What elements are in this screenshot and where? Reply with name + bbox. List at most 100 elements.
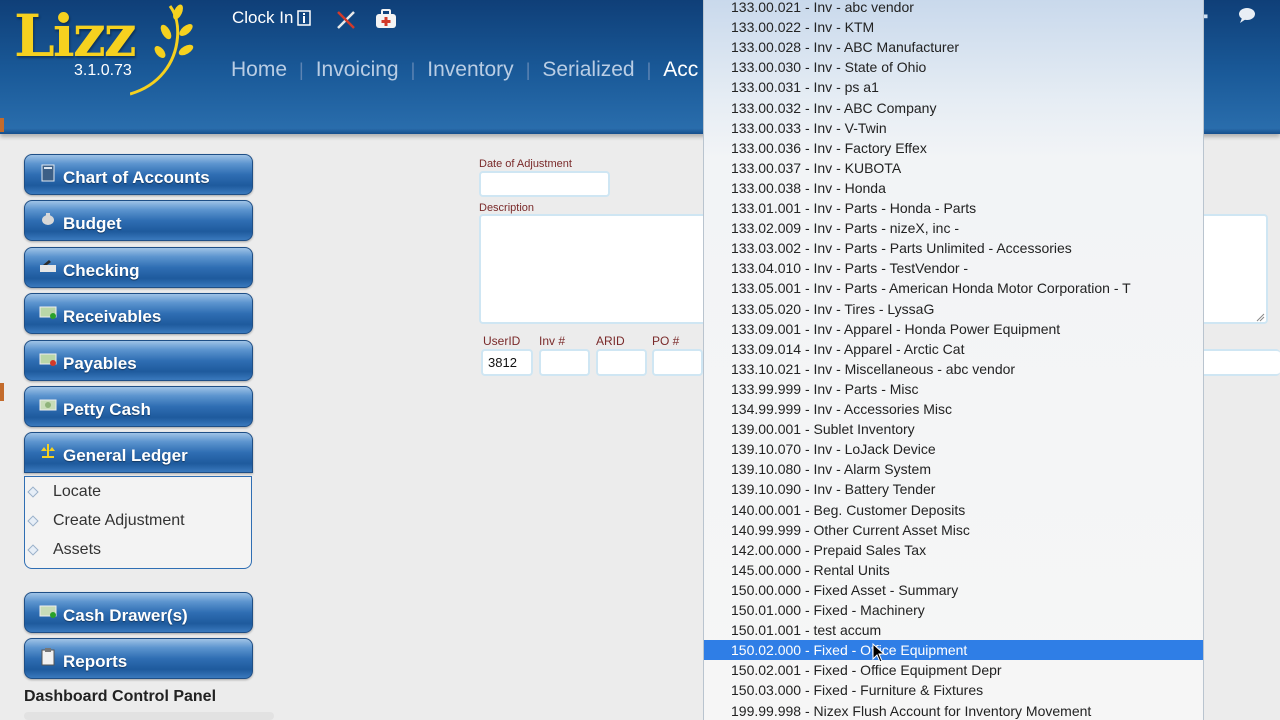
- book-icon: [39, 164, 57, 181]
- dropdown-option[interactable]: 133.00.021 - Inv - abc vendor: [704, 0, 1203, 17]
- receivables-button[interactable]: Receivables: [24, 293, 253, 334]
- dropdown-option[interactable]: 133.10.021 - Inv - Miscellaneous - abc v…: [704, 359, 1203, 379]
- dropdown-option[interactable]: 133.00.036 - Inv - Factory Effex: [704, 138, 1203, 158]
- submenu-assets-label: Assets: [53, 541, 102, 558]
- diamond-bullet-icon: [27, 515, 39, 527]
- petty-cash-label: Petty Cash: [63, 399, 151, 419]
- checking-label: Checking: [63, 260, 140, 280]
- reports-label: Reports: [63, 651, 128, 671]
- submenu-locate-label: Locate: [53, 483, 102, 500]
- dropdown-option[interactable]: 145.00.000 - Rental Units: [704, 560, 1203, 580]
- mouse-cursor-icon: [872, 643, 886, 663]
- edge-marker: [0, 383, 4, 401]
- tools-icon[interactable]: [336, 10, 356, 30]
- reports-button[interactable]: Reports: [24, 638, 253, 679]
- dropdown-option[interactable]: 133.09.014 - Inv - Apparel - Arctic Cat: [704, 339, 1203, 359]
- general-ledger-submenu: Locate Create Adjustment Assets: [24, 476, 252, 569]
- inv-number-input[interactable]: [539, 349, 590, 376]
- dropdown-option[interactable]: 133.00.031 - Inv - ps a1: [704, 77, 1203, 97]
- dropdown-option[interactable]: 199.99.998 - Nizex Flush Account for Inv…: [704, 701, 1203, 720]
- cash-icon: [39, 397, 57, 413]
- wheat-logo-icon: [130, 4, 194, 96]
- description-label: Description: [479, 202, 535, 214]
- dropdown-option[interactable]: 150.00.000 - Fixed Asset - Summary: [704, 580, 1203, 600]
- account-field-edge[interactable]: [1198, 349, 1280, 376]
- budget-label: Budget: [63, 213, 122, 233]
- dropdown-option[interactable]: 133.05.001 - Inv - Parts - American Hond…: [704, 278, 1203, 298]
- dropdown-option[interactable]: 133.00.033 - Inv - V-Twin: [704, 118, 1203, 138]
- dropdown-option[interactable]: 133.04.010 - Inv - Parts - TestVendor -: [704, 258, 1203, 278]
- cash-drawer-icon: [39, 603, 57, 619]
- payables-label: Payables: [63, 353, 137, 373]
- nav-home[interactable]: Home: [231, 58, 287, 82]
- money-out-icon: [39, 351, 57, 367]
- date-of-adjustment-input[interactable]: [479, 171, 610, 197]
- po-number-input[interactable]: [652, 349, 703, 376]
- budget-button[interactable]: Budget: [24, 200, 253, 241]
- dropdown-option[interactable]: 150.01.001 - test accum: [704, 620, 1203, 640]
- dropdown-option[interactable]: 134.99.999 - Inv - Accessories Misc: [704, 399, 1203, 419]
- dropdown-option[interactable]: 133.00.032 - Inv - ABC Company: [704, 98, 1203, 118]
- account-dropdown-list[interactable]: 133.00.021 - Inv - abc vendor 133.00.022 …: [703, 0, 1204, 720]
- checkbook-icon: [39, 258, 57, 274]
- main-nav: Home | Invoicing | Inventory | Serialize…: [231, 58, 699, 82]
- clipboard-icon: [39, 647, 57, 665]
- dropdown-option[interactable]: 133.00.028 - Inv - ABC Manufacturer: [704, 37, 1203, 57]
- clock-in-button[interactable]: Clock In: [232, 8, 312, 28]
- dropdown-option[interactable]: 142.00.000 - Prepaid Sales Tax: [704, 540, 1203, 560]
- dropdown-option-selected[interactable]: 150.02.000 - Fixed - Office Equipment: [704, 640, 1203, 661]
- dropdown-option[interactable]: 139.00.001 - Sublet Inventory: [704, 419, 1203, 439]
- resize-grip-icon[interactable]: [1256, 313, 1265, 322]
- general-ledger-label: General Ledger: [63, 445, 188, 465]
- dropdown-option[interactable]: 133.09.001 - Inv - Apparel - Honda Power…: [704, 319, 1203, 339]
- first-aid-icon[interactable]: [375, 9, 397, 29]
- arid-label: ARID: [596, 334, 625, 348]
- receivables-label: Receivables: [63, 306, 162, 326]
- dropdown-option[interactable]: 133.00.037 - Inv - KUBOTA: [704, 158, 1203, 178]
- dropdown-option[interactable]: 139.10.090 - Inv - Battery Tender: [704, 479, 1203, 499]
- cash-drawers-label: Cash Drawer(s): [63, 605, 188, 625]
- dropdown-option[interactable]: 133.05.020 - Inv - Tires - LyssaG: [704, 299, 1203, 319]
- nav-inventory[interactable]: Inventory: [427, 58, 513, 82]
- dropdown-option[interactable]: 140.99.999 - Other Current Asset Misc: [704, 520, 1203, 540]
- dashboard-panel-edge: [24, 712, 274, 720]
- nav-accounting[interactable]: Acc: [663, 58, 698, 82]
- userid-label: UserID: [483, 334, 521, 348]
- version-label: 3.1.0.73: [74, 62, 132, 79]
- dropdown-option[interactable]: 133.00.030 - Inv - State of Ohio: [704, 57, 1203, 77]
- cash-drawers-button[interactable]: Cash Drawer(s): [24, 592, 253, 633]
- dropdown-option[interactable]: 133.02.009 - Inv - Parts - nizeX, inc -: [704, 218, 1203, 238]
- piggy-bank-icon: [39, 211, 57, 227]
- clock-in-icon: [297, 10, 312, 26]
- dropdown-option[interactable]: 139.10.080 - Inv - Alarm System: [704, 459, 1203, 479]
- money-in-icon: [39, 304, 57, 320]
- userid-input[interactable]: [481, 349, 533, 376]
- nav-serialized[interactable]: Serialized: [542, 58, 634, 82]
- submenu-create-adjustment-label: Create Adjustment: [53, 512, 185, 529]
- submenu-assets[interactable]: Assets: [27, 541, 102, 559]
- scale-icon: [39, 443, 57, 459]
- dropdown-option[interactable]: 133.99.999 - Inv - Parts - Misc: [704, 379, 1203, 399]
- dropdown-option[interactable]: 150.03.000 - Fixed - Furniture & Fixture…: [704, 680, 1203, 700]
- submenu-create-adjustment[interactable]: Create Adjustment: [27, 512, 185, 530]
- dropdown-option[interactable]: 150.02.001 - Fixed - Office Equipment De…: [704, 660, 1203, 680]
- petty-cash-button[interactable]: Petty Cash: [24, 386, 253, 427]
- dropdown-option[interactable]: 150.01.000 - Fixed - Machinery: [704, 600, 1203, 620]
- nav-invoicing[interactable]: Invoicing: [316, 58, 399, 82]
- dropdown-option[interactable]: 133.00.038 - Inv - Honda: [704, 178, 1203, 198]
- inv-number-label: Inv #: [539, 334, 566, 348]
- general-ledger-button[interactable]: General Ledger: [24, 432, 253, 473]
- checking-button[interactable]: Checking: [24, 247, 253, 288]
- dropdown-option[interactable]: 133.03.002 - Inv - Parts - Parts Unlimit…: [704, 238, 1203, 258]
- arid-input[interactable]: [596, 349, 647, 376]
- dropdown-option[interactable]: 139.10.070 - Inv - LoJack Device: [704, 439, 1203, 459]
- submenu-locate[interactable]: Locate: [27, 483, 102, 501]
- dropdown-option[interactable]: 140.00.001 - Beg. Customer Deposits: [704, 500, 1203, 520]
- dropdown-option[interactable]: 133.00.022 - Inv - KTM: [704, 17, 1203, 37]
- clock-in-label: Clock In: [232, 8, 294, 27]
- chat-icon[interactable]: [1237, 6, 1257, 28]
- payables-button[interactable]: Payables: [24, 340, 253, 381]
- dropdown-option[interactable]: 133.01.001 - Inv - Parts - Honda - Parts: [704, 198, 1203, 218]
- lizz-logo[interactable]: Lizz 3.1.0.73: [10, 2, 210, 102]
- chart-of-accounts-button[interactable]: Chart of Accounts: [24, 154, 253, 195]
